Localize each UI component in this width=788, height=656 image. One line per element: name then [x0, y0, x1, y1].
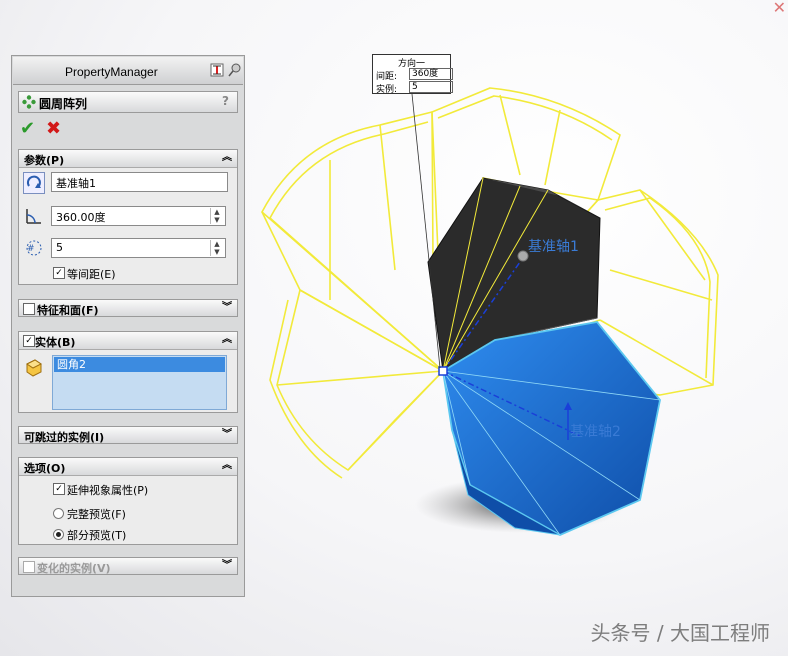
options-group: 选项(O) ︽ ✓ 延伸视象属性(P) 完整预览(F) 部分预览(T) [18, 457, 238, 545]
params-header-label: 参数(P) [24, 154, 65, 167]
propagate-label: 延伸视象属性(P) [67, 484, 149, 497]
pin-icon[interactable] [210, 63, 224, 77]
bodies-checkbox[interactable]: ✓ [23, 335, 35, 347]
close-corner-icon[interactable]: ✕ [773, 0, 786, 17]
partial-preview-label: 部分预览(T) [67, 529, 127, 542]
count-field[interactable]: 5 ▲ ▼ [51, 238, 226, 258]
feature-header: 圆周阵列 ? [18, 91, 238, 113]
angle-spinner[interactable]: ▲ ▼ [210, 208, 223, 224]
features-faces-group[interactable]: 特征和面(F) ︾ [18, 299, 238, 317]
angle-icon [26, 209, 41, 224]
rotate-axis-icon[interactable] [23, 172, 45, 194]
options-header[interactable]: 选项(O) ︽ [19, 458, 237, 476]
bodies-list-item[interactable]: 圆角2 [54, 357, 225, 372]
pattern-origin-handle[interactable] [438, 366, 448, 376]
collapse-chevron-icon[interactable]: ︽ [222, 333, 232, 347]
bodies-label: 实体(B) [35, 336, 76, 349]
instances-icon: # [26, 240, 42, 256]
skip-instances-group[interactable]: 可跳过的实例(I) ︾ [18, 426, 238, 444]
bodies-group: ✓ 实体(B) ︽ 圆角2 [18, 331, 238, 413]
params-group: 参数(P) ︽ 基准轴1 360.00度 ▲ ▼ # 5 ▲ ▼ ✓ 等间距(E… [18, 149, 238, 285]
angle-field-value: 360.00度 [56, 211, 106, 224]
features-faces-checkbox[interactable] [23, 303, 35, 315]
params-header[interactable]: 参数(P) ︽ [19, 150, 237, 168]
vary-instances-label: 变化的实例(V) [37, 562, 111, 575]
ok-button[interactable]: ✔ [20, 118, 35, 139]
full-preview-label: 完整预览(F) [67, 508, 126, 521]
callout-instances-value[interactable]: 5 [409, 81, 453, 93]
vary-instances-group[interactable]: 变化的实例(V) ︾ [18, 557, 238, 575]
pattern-callout[interactable]: 方向一 间距: 360度 实例: 5 [372, 54, 453, 95]
expand-chevron-icon[interactable]: ︾ [222, 428, 232, 442]
axis1-label: 基准轴1 [528, 239, 579, 255]
count-field-value: 5 [56, 241, 63, 254]
skip-instances-label: 可跳过的实例(I) [24, 431, 105, 444]
callout-spacing-value[interactable]: 360度 [409, 68, 453, 80]
callout-instances-label: 实例: [376, 85, 398, 95]
axis-field-value: 基准轴1 [56, 177, 96, 190]
features-faces-label: 特征和面(F) [37, 304, 99, 317]
collapse-chevron-icon[interactable]: ︽ [222, 459, 232, 473]
vary-instances-header[interactable]: 变化的实例(V) ︾ [19, 558, 237, 575]
feature-name: 圆周阵列 [39, 97, 88, 111]
partial-preview-radio[interactable] [53, 529, 64, 540]
propagate-checkbox[interactable]: ✓ [53, 483, 65, 495]
bodies-header[interactable]: ✓ 实体(B) ︽ [19, 332, 237, 350]
expand-chevron-icon[interactable]: ︾ [222, 559, 232, 573]
property-manager: PropertyManager 圆周阵列 ? ✔ ✖ 参数(P) ︽ 基准轴1 … [11, 55, 245, 597]
axis2-label: 基准轴2 [570, 424, 621, 440]
bodies-listbox[interactable]: 圆角2 [52, 355, 227, 410]
pm-title: PropertyManager [65, 65, 158, 79]
circular-pattern-icon [22, 95, 36, 109]
watermark: 头条号 / 大国工程师 [590, 621, 770, 645]
pushpin-icon[interactable] [228, 63, 242, 77]
equal-spacing-label: 等间距(E) [67, 268, 116, 281]
collapse-chevron-icon[interactable]: ︽ [222, 151, 232, 165]
vary-instances-checkbox[interactable] [23, 561, 35, 573]
angle-field[interactable]: 360.00度 ▲ ▼ [51, 206, 226, 226]
skip-instances-header[interactable]: 可跳过的实例(I) ︾ [19, 427, 237, 444]
cancel-button[interactable]: ✖ [46, 118, 61, 139]
callout-spacing-label: 间距: [376, 72, 398, 82]
full-preview-radio[interactable] [53, 508, 64, 519]
expand-chevron-icon[interactable]: ︾ [222, 301, 232, 315]
equal-spacing-checkbox[interactable]: ✓ [53, 267, 65, 279]
axis-handle[interactable] [517, 250, 529, 262]
axis-field[interactable]: 基准轴1 [51, 172, 228, 192]
pm-titlebar: PropertyManager [13, 57, 243, 85]
count-spinner[interactable]: ▲ ▼ [210, 240, 223, 256]
solid-body-icon [26, 359, 42, 377]
help-icon[interactable]: ? [222, 94, 229, 108]
features-faces-header[interactable]: 特征和面(F) ︾ [19, 300, 237, 317]
options-header-label: 选项(O) [24, 462, 66, 475]
